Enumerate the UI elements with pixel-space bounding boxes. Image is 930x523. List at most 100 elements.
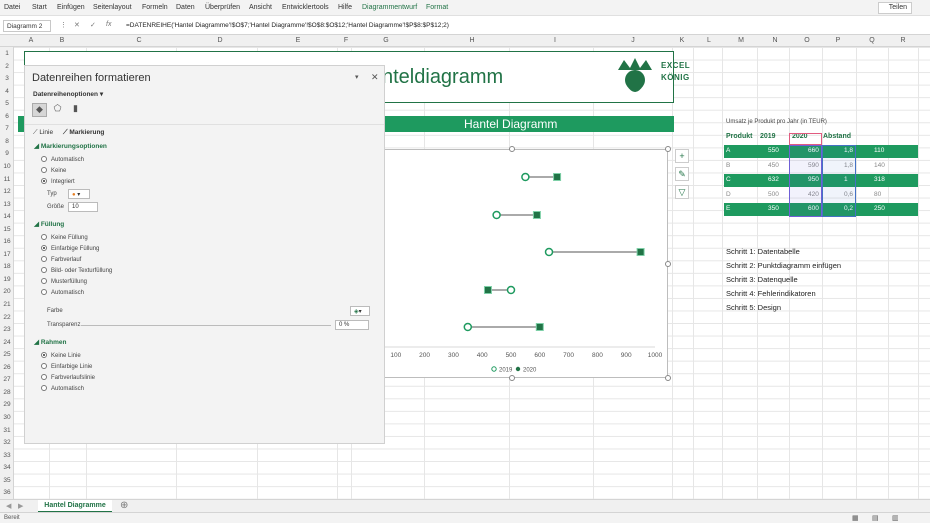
row-header-cell[interactable]: 31 bbox=[0, 427, 14, 434]
formula-input[interactable]: =DATENREIHE('Hantel Diagramme'!$O$7;'Han… bbox=[126, 22, 449, 29]
transparency-input[interactable]: 0 % bbox=[335, 320, 369, 330]
row-header-cell[interactable]: 33 bbox=[0, 452, 14, 459]
row-header-cell[interactable]: 28 bbox=[0, 389, 14, 396]
row-header-cell[interactable]: 10 bbox=[0, 163, 14, 170]
header-produkt[interactable]: Produkt bbox=[726, 133, 752, 145]
table-cell-extra[interactable]: 318 bbox=[874, 176, 885, 183]
radio-marker-builtin[interactable]: Integriert bbox=[41, 178, 75, 185]
header-abstand[interactable]: Abstand bbox=[823, 133, 851, 145]
chart-styles-button[interactable]: ✎ bbox=[675, 167, 689, 181]
row-header-cell[interactable]: 23 bbox=[0, 326, 14, 333]
header-2019[interactable]: 2019 bbox=[760, 133, 776, 145]
row-header-cell[interactable]: 27 bbox=[0, 376, 14, 383]
col-header[interactable]: J bbox=[628, 37, 638, 44]
row-header-cell[interactable]: 11 bbox=[0, 176, 14, 183]
series-options-icon[interactable]: ▮ bbox=[68, 103, 83, 117]
table-cell-produkt[interactable]: B bbox=[726, 162, 730, 169]
fill-color-picker[interactable]: ◈▾ bbox=[350, 306, 370, 316]
add-sheet-icon[interactable]: ⊕ bbox=[120, 500, 128, 511]
row-header-cell[interactable]: 35 bbox=[0, 477, 14, 484]
row-header-cell[interactable]: 22 bbox=[0, 314, 14, 321]
fill-line-icon[interactable]: ◆ bbox=[32, 103, 47, 117]
resize-handle[interactable] bbox=[509, 146, 515, 152]
table-cell-extra[interactable]: 110 bbox=[874, 147, 884, 154]
more-icon[interactable]: ⋮ bbox=[60, 21, 67, 29]
tab-start[interactable]: Start bbox=[32, 4, 47, 11]
radio-border-solid[interactable]: Einfarbige Linie bbox=[41, 363, 92, 370]
row-header-cell[interactable]: 5 bbox=[0, 100, 14, 107]
cancel-icon[interactable]: ✕ bbox=[74, 21, 80, 29]
chevron-down-icon[interactable]: ▾ bbox=[355, 73, 359, 81]
page-layout-icon[interactable]: ▤ bbox=[872, 514, 879, 522]
col-header[interactable]: Q bbox=[867, 37, 877, 44]
row-header-cell[interactable]: 32 bbox=[0, 439, 14, 446]
radio-marker-none[interactable]: Keine bbox=[41, 167, 66, 174]
tab-diagrammentwurf[interactable]: Diagrammentwurf bbox=[362, 4, 417, 11]
marker-type-dropdown[interactable]: ● ▾ bbox=[68, 189, 90, 199]
col-header[interactable]: F bbox=[341, 37, 351, 44]
table-cell-extra[interactable]: 80 bbox=[874, 191, 881, 198]
tab-hilfe[interactable]: Hilfe bbox=[338, 4, 352, 11]
col-header[interactable]: C bbox=[134, 37, 144, 44]
row-header-cell[interactable]: 1 bbox=[0, 50, 14, 57]
section-marker-options[interactable]: ◢ Markierungsoptionen bbox=[34, 142, 107, 150]
row-header-cell[interactable]: 19 bbox=[0, 276, 14, 283]
row-header-cell[interactable]: 34 bbox=[0, 464, 14, 471]
tab-entwicklertools[interactable]: Entwicklertools bbox=[282, 4, 329, 11]
table-cell-v2019[interactable]: 550 bbox=[768, 147, 779, 154]
resize-handle[interactable] bbox=[509, 375, 515, 381]
radio-border-none[interactable]: Keine Linie bbox=[41, 352, 81, 359]
table-cell-produkt[interactable]: A bbox=[726, 147, 730, 154]
col-header[interactable]: P bbox=[833, 37, 843, 44]
radio-fill-auto[interactable]: Automatisch bbox=[41, 289, 84, 296]
tab-ueberpruefen[interactable]: Überprüfen bbox=[205, 4, 240, 11]
chart-filters-button[interactable]: ▽ bbox=[675, 185, 689, 199]
table-cell-extra[interactable]: 140 bbox=[874, 162, 885, 169]
tab-line[interactable]: ⟋ Linie bbox=[33, 129, 53, 137]
radio-fill-gradient[interactable]: Farbverlauf bbox=[41, 256, 81, 263]
effects-icon[interactable]: ⬠ bbox=[50, 103, 65, 117]
tab-marker[interactable]: ⟋ Markierung bbox=[63, 129, 104, 137]
table-cell-produkt[interactable]: E bbox=[726, 205, 730, 212]
col-header[interactable]: K bbox=[677, 37, 687, 44]
row-header-cell[interactable]: 30 bbox=[0, 414, 14, 421]
col-header[interactable]: A bbox=[26, 37, 36, 44]
row-header-cell[interactable]: 6 bbox=[0, 113, 14, 120]
close-icon[interactable]: ✕ bbox=[371, 72, 379, 83]
col-header[interactable]: M bbox=[736, 37, 746, 44]
table-cell-produkt[interactable]: D bbox=[726, 191, 731, 198]
col-header[interactable]: D bbox=[215, 37, 225, 44]
row-header-cell[interactable]: 9 bbox=[0, 150, 14, 157]
col-header[interactable]: G bbox=[381, 37, 391, 44]
resize-handle[interactable] bbox=[665, 375, 671, 381]
col-header[interactable]: I bbox=[550, 37, 560, 44]
tab-einfuegen[interactable]: Einfügen bbox=[57, 4, 85, 11]
row-header-cell[interactable]: 3 bbox=[0, 75, 14, 82]
tab-formeln[interactable]: Formeln bbox=[142, 4, 168, 11]
confirm-icon[interactable]: ✓ bbox=[90, 21, 96, 29]
col-header[interactable]: R bbox=[898, 37, 908, 44]
tab-format[interactable]: Format bbox=[426, 4, 448, 11]
chart-area[interactable]: 100 200 300 400 500 600 700 800 900 1000 2019 2020 bbox=[356, 149, 668, 378]
radio-fill-pattern[interactable]: Musterfüllung bbox=[41, 278, 87, 285]
table-cell-produkt[interactable]: C bbox=[726, 176, 731, 183]
row-header-cell[interactable]: 25 bbox=[0, 351, 14, 358]
row-header-cell[interactable]: 17 bbox=[0, 251, 14, 258]
tab-datei[interactable]: Datei bbox=[4, 4, 20, 11]
row-header-cell[interactable]: 29 bbox=[0, 401, 14, 408]
row-header-cell[interactable]: 13 bbox=[0, 201, 14, 208]
name-box[interactable]: Diagramm 2 bbox=[3, 20, 51, 32]
row-header-cell[interactable]: 7 bbox=[0, 125, 14, 132]
col-header[interactable]: B bbox=[57, 37, 67, 44]
row-header-cell[interactable]: 4 bbox=[0, 88, 14, 95]
next-sheet-icon[interactable]: ▶ bbox=[18, 502, 23, 510]
row-header-cell[interactable]: 26 bbox=[0, 364, 14, 371]
section-border[interactable]: ◢ Rahmen bbox=[34, 338, 66, 346]
col-header[interactable]: H bbox=[467, 37, 477, 44]
row-header-cell[interactable]: 2 bbox=[0, 63, 14, 70]
transparency-slider[interactable] bbox=[81, 325, 331, 326]
row-header-cell[interactable]: 8 bbox=[0, 138, 14, 145]
col-header[interactable]: O bbox=[802, 37, 812, 44]
section-fill[interactable]: ◢ Füllung bbox=[34, 220, 64, 228]
row-header-cell[interactable]: 16 bbox=[0, 238, 14, 245]
